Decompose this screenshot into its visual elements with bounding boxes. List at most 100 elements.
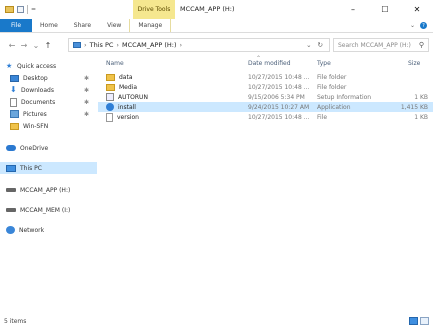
file-icon (106, 112, 113, 122)
back-button[interactable]: ← (6, 41, 18, 50)
up-button[interactable]: ↑ (42, 41, 54, 50)
close-button[interactable]: ✕ (401, 0, 433, 19)
app-icon (106, 103, 114, 111)
pictures-icon (10, 110, 19, 118)
star-icon: ★ (6, 61, 13, 70)
table-row[interactable]: version 10/27/2015 10:48 ... File 1 KB (98, 112, 433, 122)
breadcrumb-drive[interactable]: MCCAM_APP (H:) (122, 41, 177, 49)
nav-network[interactable]: Network (0, 224, 97, 236)
file-size: 1,415 KB (400, 103, 428, 111)
file-type: File folder (317, 83, 347, 91)
tab-file[interactable]: File (0, 19, 33, 32)
large-icons-view-icon[interactable] (420, 317, 429, 325)
breadcrumb-separator: › (179, 41, 183, 49)
tab-view[interactable]: View (99, 19, 129, 32)
file-size (390, 72, 428, 82)
file-date: 10/27/2015 10:48 ... (248, 73, 310, 81)
column-header-name[interactable]: Name (106, 56, 124, 70)
column-header-type[interactable]: Type (317, 56, 331, 70)
nav-label: Downloads (21, 86, 54, 94)
breadcrumb-this-pc[interactable]: This PC (90, 41, 114, 49)
nav-onedrive[interactable]: OneDrive (0, 142, 97, 154)
address-bar[interactable]: › This PC › MCCAM_APP (H:) › ⌄ ↻ (68, 38, 330, 52)
pin-icon[interactable]: ✱ (84, 111, 89, 118)
table-row[interactable]: data 10/27/2015 10:48 ... File folder (98, 72, 433, 82)
window-title: MCCAM_APP (H:) (180, 5, 235, 13)
minimize-button[interactable]: – (337, 0, 369, 19)
drive-icon (6, 188, 16, 192)
nav-label: Network (19, 226, 45, 234)
nav-label: This PC (20, 164, 42, 172)
file-size (390, 82, 428, 92)
nav-documents[interactable]: Documents ✱ (0, 96, 97, 108)
navigation-pane: ★ Quick access Desktop ✱ ⬇ Downloads ✱ D… (0, 56, 97, 315)
nav-label: Win-SFN (23, 122, 49, 130)
nav-this-pc[interactable]: This PC (0, 162, 97, 174)
file-type: Application (317, 103, 351, 111)
file-type: File folder (317, 73, 347, 81)
drive-icon (6, 208, 16, 212)
tab-manage[interactable]: Manage (129, 19, 172, 32)
file-name: version (117, 113, 139, 121)
pin-icon[interactable]: ✱ (84, 99, 89, 106)
navigation-bar: ← → ⌄ ↑ › This PC › MCCAM_APP (H:) › ⌄ ↻… (0, 34, 433, 56)
nav-win-sfn[interactable]: Win-SFN (0, 120, 97, 132)
nav-label: OneDrive (20, 144, 49, 152)
nav-pictures[interactable]: Pictures ✱ (0, 108, 97, 120)
drive-folder-icon (5, 6, 14, 13)
nav-downloads[interactable]: ⬇ Downloads ✱ (0, 84, 97, 96)
nav-desktop[interactable]: Desktop ✱ (0, 72, 97, 84)
status-bar: 5 items (0, 315, 433, 328)
table-row[interactable]: Media 10/27/2015 10:48 ... File folder (98, 82, 433, 92)
search-icon: ⚲ (418, 41, 424, 49)
forward-button[interactable]: → (18, 41, 30, 50)
nav-label: Documents (21, 98, 56, 106)
column-header-date[interactable]: Date modified (248, 56, 291, 70)
computer-icon (6, 164, 16, 172)
nav-mccam-app[interactable]: MCCAM_APP (H:) (0, 184, 97, 196)
help-icon[interactable]: ? (420, 22, 427, 29)
column-header-size[interactable]: Size (408, 56, 420, 70)
properties-icon[interactable] (17, 6, 24, 13)
file-name: install (118, 103, 136, 111)
tab-share[interactable]: Share (66, 19, 99, 32)
file-list: ⌃ Name Date modified Type Size data 10/2… (98, 55, 433, 315)
file-name: Media (119, 83, 138, 91)
table-row[interactable]: AUTORUN 9/15/2006 5:34 PM Setup Informat… (98, 92, 433, 102)
table-row[interactable]: install 9/24/2015 10:27 AM Application 1… (98, 102, 433, 112)
breadcrumb-separator: › (116, 41, 120, 49)
quick-access-toolbar: = (0, 0, 36, 19)
network-icon (6, 226, 15, 234)
file-size: 1 KB (414, 113, 428, 121)
nav-quick-access[interactable]: ★ Quick access (0, 60, 97, 72)
file-date: 10/27/2015 10:48 ... (248, 83, 310, 91)
pin-icon[interactable]: ✱ (84, 87, 89, 94)
file-type: File (317, 113, 328, 121)
ribbon-tabs: File Home Share View Manage ⌄ ? (0, 19, 433, 33)
download-icon: ⬇ (10, 85, 17, 94)
document-icon (10, 97, 17, 107)
details-view-icon[interactable] (409, 317, 418, 325)
tab-home[interactable]: Home (32, 19, 66, 32)
expand-ribbon-icon[interactable]: ⌄ (410, 22, 415, 29)
address-dropdown-icon[interactable]: ⌄ (306, 41, 311, 49)
item-count: 5 items (4, 318, 27, 325)
nav-label: MCCAM_MEM (I:) (20, 206, 71, 214)
search-input[interactable]: Search MCCAM_APP (H:) ⚲ (333, 38, 429, 52)
file-date: 10/27/2015 10:48 ... (248, 113, 310, 121)
customize-dropdown-icon[interactable]: = (31, 6, 36, 13)
recent-locations-button[interactable]: ⌄ (30, 41, 42, 50)
nav-label: Quick access (17, 62, 57, 70)
cloud-icon (6, 145, 16, 151)
file-name: data (119, 73, 133, 81)
search-placeholder: Search MCCAM_APP (H:) (338, 41, 411, 49)
pin-icon[interactable]: ✱ (84, 75, 89, 82)
nav-label: Pictures (23, 110, 47, 118)
nav-mccam-mem[interactable]: MCCAM_MEM (I:) (0, 204, 97, 216)
refresh-icon[interactable]: ↻ (318, 41, 323, 49)
nav-label: Desktop (23, 74, 48, 82)
computer-icon (73, 42, 81, 48)
folder-icon (106, 83, 115, 91)
maximize-button[interactable]: ☐ (369, 0, 401, 19)
drive-tools-tab[interactable]: Drive Tools (133, 0, 175, 19)
